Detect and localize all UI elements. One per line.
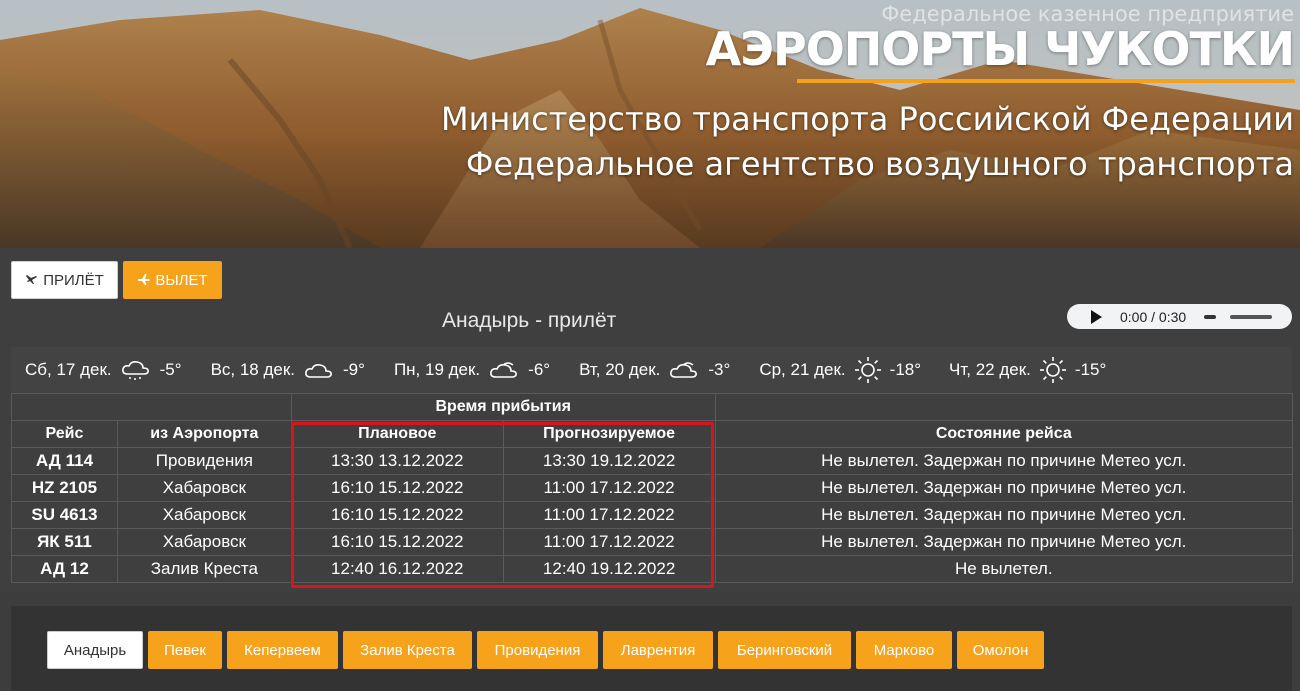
audio-player[interactable]: 0:00 / 0:30 — [1067, 304, 1292, 329]
forecast-time: 12:40 19.12.2022 — [502, 555, 716, 583]
forecast-time: 11:00 17.12.2022 — [502, 528, 716, 556]
snow-cloud-icon — [120, 359, 152, 381]
arrival-label: ПРИЛЁТ — [43, 271, 104, 289]
empty-header-cell — [11, 393, 292, 421]
agency-title: Федеральное агентство воздушного транспо… — [465, 145, 1294, 183]
sun-icon — [1039, 356, 1067, 384]
table-group-header-row: Время прибытия — [11, 393, 1294, 421]
plane-takeoff-icon — [137, 272, 151, 289]
origin-airport: Хабаровск — [116, 474, 292, 502]
weather-day: Вт, 20 дек. -3° — [579, 359, 730, 381]
planned-time: 16:10 15.12.2022 — [290, 474, 504, 502]
forecast-time: 11:00 17.12.2022 — [502, 501, 716, 529]
arrival-time-group-header: Время прибытия — [290, 393, 716, 421]
flight-status: Не вылетел. — [714, 555, 1294, 583]
airport-tab-markovo[interactable]: Марково — [856, 631, 952, 669]
weather-temp: -15° — [1074, 360, 1107, 379]
planned-time: 16:10 15.12.2022 — [290, 528, 504, 556]
planned-time: 13:30 13.12.2022 — [290, 447, 504, 475]
weather-temp: -3° — [708, 360, 731, 379]
forecast-time: 11:00 17.12.2022 — [502, 474, 716, 502]
airport-tab-keperveem[interactable]: Кепервеем — [227, 631, 338, 669]
airport-tab-anadyr[interactable]: Анадырь — [47, 631, 143, 669]
volume-icon[interactable] — [1204, 314, 1217, 319]
table-row: АД 12 Залив Креста 12:40 16.12.2022 12:4… — [11, 555, 1294, 583]
weather-day: Вс, 18 дек. -9° — [211, 359, 365, 381]
audio-time: 0:00 / 0:30 — [1120, 308, 1187, 325]
from-airport-column-header: из Аэропорта — [116, 420, 292, 448]
forecast-time: 13:30 19.12.2022 — [502, 447, 716, 475]
partly-cloudy-icon — [668, 359, 700, 381]
table-row: HZ 2105 Хабаровск 16:10 15.12.2022 11:00… — [11, 474, 1294, 502]
departure-button[interactable]: ВЫЛЕТ — [123, 261, 222, 299]
table-row: АД 114 Провидения 13:30 13.12.2022 13:30… — [11, 447, 1294, 475]
flight-number: АД 114 — [11, 447, 118, 475]
sun-icon — [854, 356, 882, 384]
plane-landing-icon — [25, 272, 39, 289]
empty-header-cell — [714, 393, 1294, 421]
departure-label: ВЫЛЕТ — [155, 271, 208, 289]
arrival-button[interactable]: ПРИЛЁТ — [11, 261, 118, 299]
weather-day: Чт, 22 дек. -15° — [949, 356, 1106, 384]
weather-day-label: Ср, 21 дек. — [759, 360, 846, 379]
weather-day-label: Чт, 22 дек. — [949, 360, 1031, 379]
flights-table: Время прибытия Рейс из Аэропорта Планово… — [11, 393, 1294, 583]
airport-tab-lavrentiya[interactable]: Лаврентия — [603, 631, 713, 669]
board-title: Анадырь - прилёт — [442, 309, 617, 332]
cloud-icon — [303, 359, 335, 381]
airport-tab-pevek[interactable]: Певек — [148, 631, 222, 669]
weather-day: Ср, 21 дек. -18° — [759, 356, 921, 384]
weather-temp: -6° — [528, 360, 551, 379]
flight-status: Не вылетел. Задержан по причине Метео ус… — [714, 501, 1294, 529]
weather-forecast: Сб, 17 дек. -5° Вс, 18 дек. -9° Пн, 19 д… — [11, 347, 1292, 393]
flight-number: АД 12 — [11, 555, 118, 583]
origin-airport: Хабаровск — [116, 528, 292, 556]
table-row: SU 4613 Хабаровск 16:10 15.12.2022 11:00… — [11, 501, 1294, 529]
weather-day: Пн, 19 дек. -6° — [394, 359, 550, 381]
airport-tab-beringovsky[interactable]: Беринговский — [718, 631, 851, 669]
weather-temp: -9° — [343, 360, 365, 379]
weather-day-label: Сб, 17 дек. — [25, 360, 112, 379]
airport-tab-zaliv-kresta[interactable]: Залив Креста — [343, 631, 472, 669]
header-banner: Федеральное казенное предприятие АЭРОПОР… — [0, 0, 1300, 248]
table-row: ЯК 511 Хабаровск 16:10 15.12.2022 11:00 … — [11, 528, 1294, 556]
origin-airport: Хабаровск — [116, 501, 292, 529]
partly-cloudy-icon — [488, 359, 520, 381]
origin-airport: Провидения — [116, 447, 292, 475]
flight-status: Не вылетел. Задержан по причине Метео ус… — [714, 528, 1294, 556]
forecast-column-header: Прогнозируемое — [502, 420, 716, 448]
flight-number: HZ 2105 — [11, 474, 118, 502]
airport-tab-provideniya[interactable]: Провидения — [477, 631, 598, 669]
play-icon[interactable] — [1091, 309, 1102, 324]
weather-day: Сб, 17 дек. -5° — [25, 359, 182, 381]
title-divider — [797, 79, 1295, 83]
planned-time: 16:10 15.12.2022 — [290, 501, 504, 529]
weather-temp: -5° — [159, 360, 182, 379]
origin-airport: Залив Креста — [116, 555, 292, 583]
weather-day-label: Вс, 18 дек. — [210, 360, 296, 379]
planned-column-header: Плановое — [290, 420, 504, 448]
flight-board: ПРИЛЁТ ВЫЛЕТ Анадырь - прилёт 0:00 / 0:3… — [0, 248, 1300, 592]
audio-progress-track[interactable] — [1230, 314, 1273, 319]
flight-status: Не вылетел. Задержан по причине Метео ус… — [714, 447, 1294, 475]
flight-column-header: Рейс — [11, 420, 118, 448]
status-column-header: Состояние рейса — [714, 420, 1294, 448]
airport-tab-omolon[interactable]: Омолон — [957, 631, 1044, 669]
table-header-row: Рейс из Аэропорта Плановое Прогнозируемо… — [11, 420, 1294, 448]
weather-day-label: Вт, 20 дек. — [579, 360, 661, 379]
ministry-title: Министерство транспорта Российской Федер… — [441, 100, 1294, 138]
flight-status: Не вылетел. Задержан по причине Метео ус… — [714, 474, 1294, 502]
flight-number: SU 4613 — [11, 501, 118, 529]
flight-number: ЯК 511 — [11, 528, 118, 556]
org-title: АЭРОПОРТЫ ЧУКОТКИ — [705, 22, 1295, 76]
weather-temp: -18° — [889, 360, 922, 379]
weather-day-label: Пн, 19 дек. — [393, 360, 481, 379]
planned-time: 12:40 16.12.2022 — [290, 555, 504, 583]
